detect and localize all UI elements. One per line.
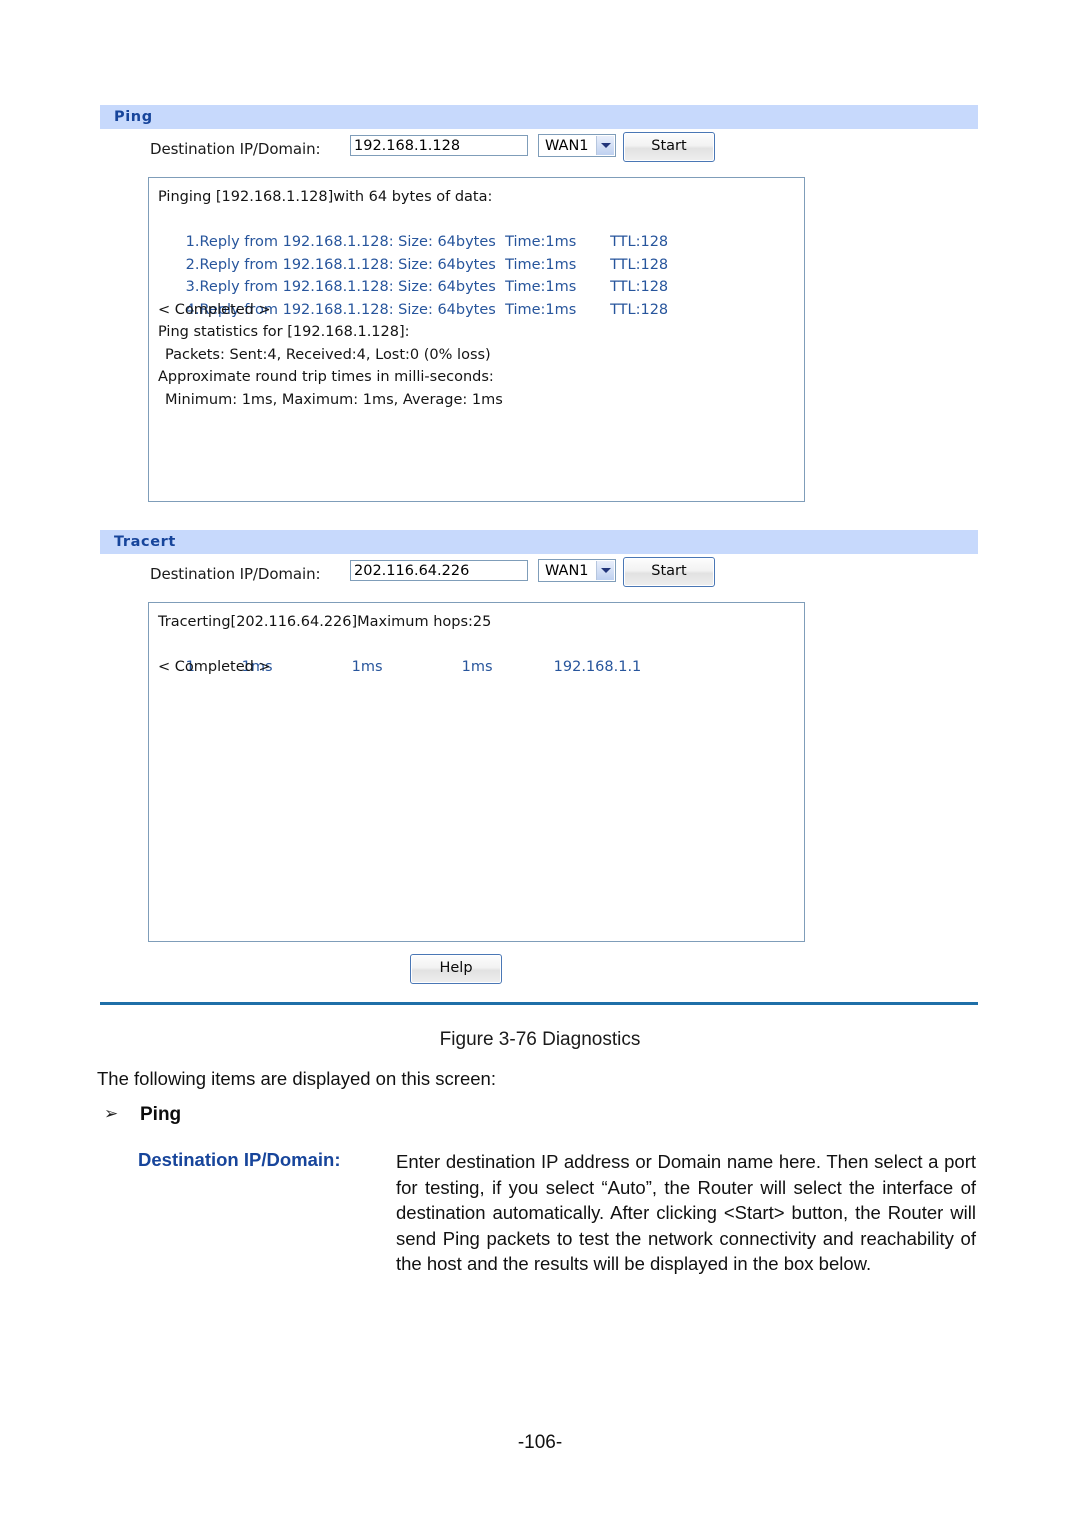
ping-statistics-packets: Packets: Sent:4, Received:4, Lost:0 (0% … xyxy=(165,346,491,363)
tracert-result-header: Tracerting[202.116.64.226]Maximum hops:2… xyxy=(158,614,492,630)
ping-interface-selected-value: WAN1 xyxy=(545,138,589,154)
ping-reply-ttl: TTL:128 xyxy=(610,256,669,273)
term-description-paragraph: Enter destination IP address or Domain n… xyxy=(396,1151,976,1274)
tracert-interface-select[interactable]: WAN1 xyxy=(538,559,616,582)
tracert-destination-label: Destination IP/Domain: xyxy=(150,565,321,583)
ping-reply-main: 1.Reply from 192.168.1.128: Size: 64byte… xyxy=(185,234,496,250)
ping-reply-time: Time:1ms xyxy=(505,301,577,318)
section-divider xyxy=(100,1002,978,1005)
ping-result-header: Pinging [192.168.1.128]with 64 bytes of … xyxy=(158,189,493,205)
tracert-start-button[interactable]: Start xyxy=(623,557,715,587)
ping-start-button[interactable]: Start xyxy=(623,132,715,162)
ping-reply-main: 2.Reply from 192.168.1.128: Size: 64byte… xyxy=(185,256,496,273)
ping-statistics-title: Ping statistics for [192.168.1.128]: xyxy=(158,324,410,340)
section-bullet-ping: ➢ Ping xyxy=(104,1104,504,1126)
term-description-text: Enter destination IP address or Domain n… xyxy=(396,1149,976,1277)
router-ui-screenshot: Ping Destination IP/Domain: 192.168.1.12… xyxy=(100,105,978,1005)
ping-destination-input[interactable]: 192.168.1.128 xyxy=(350,135,528,156)
tracert-controls-row: Destination IP/Domain: 202.116.64.226 WA… xyxy=(100,554,978,598)
chevron-down-icon[interactable] xyxy=(596,561,614,580)
ping-reply-main: 3.Reply from 192.168.1.128: Size: 64byte… xyxy=(185,279,496,295)
chevron-down-icon[interactable] xyxy=(596,136,614,155)
ping-reply-line: 1.Reply from 192.168.1.128: Size: 64byte… xyxy=(149,209,804,250)
term-name-label: Destination IP/Domain: xyxy=(138,1149,341,1170)
page-number: -106- xyxy=(517,1432,563,1453)
tracert-hop-time-3: 1ms xyxy=(461,659,493,675)
section-heading-label: Ping xyxy=(140,1104,182,1125)
tracert-destination-input[interactable]: 202.116.64.226 xyxy=(350,560,528,581)
ping-destination-label: Destination IP/Domain: xyxy=(150,140,321,158)
help-button[interactable]: Help xyxy=(410,954,502,984)
arrow-bullet-icon: ➢ xyxy=(104,1104,119,1123)
figure-caption: Figure 3-76 Diagnostics xyxy=(439,1029,641,1050)
ping-reply-time: Time:1ms xyxy=(505,234,577,250)
tracert-hop-time-2: 1ms xyxy=(351,659,383,675)
ping-interface-select[interactable]: WAN1 xyxy=(538,134,616,157)
ping-reply-time: Time:1ms xyxy=(505,279,577,295)
ping-result-box[interactable]: Pinging [192.168.1.128]with 64 bytes of … xyxy=(148,177,805,502)
ping-reply-ttl: TTL:128 xyxy=(610,279,669,295)
intro-text: The following items are displayed on thi… xyxy=(97,1068,496,1089)
tracert-hop-address: 192.168.1.1 xyxy=(553,659,642,675)
ping-reply-ttl: TTL:128 xyxy=(610,234,669,250)
ping-rtt-values: Minimum: 1ms, Maximum: 1ms, Average: 1ms xyxy=(165,391,503,408)
ping-reply-ttl: TTL:128 xyxy=(610,301,669,318)
tracert-interface-selected-value: WAN1 xyxy=(545,563,589,579)
ping-panel-header: Ping xyxy=(100,105,978,129)
ping-rtt-title: Approximate round trip times in milli-se… xyxy=(158,369,494,385)
ping-reply-time: Time:1ms xyxy=(505,256,577,273)
tracert-hop-row: 1 1ms 1ms 1ms 192.168.1.1 xyxy=(149,634,804,675)
tracert-result-box[interactable]: Tracerting[202.116.64.226]Maximum hops:2… xyxy=(148,602,805,942)
tracert-panel-header: Tracert xyxy=(100,530,978,554)
ping-controls-row: Destination IP/Domain: 192.168.1.128 WAN… xyxy=(100,129,978,173)
